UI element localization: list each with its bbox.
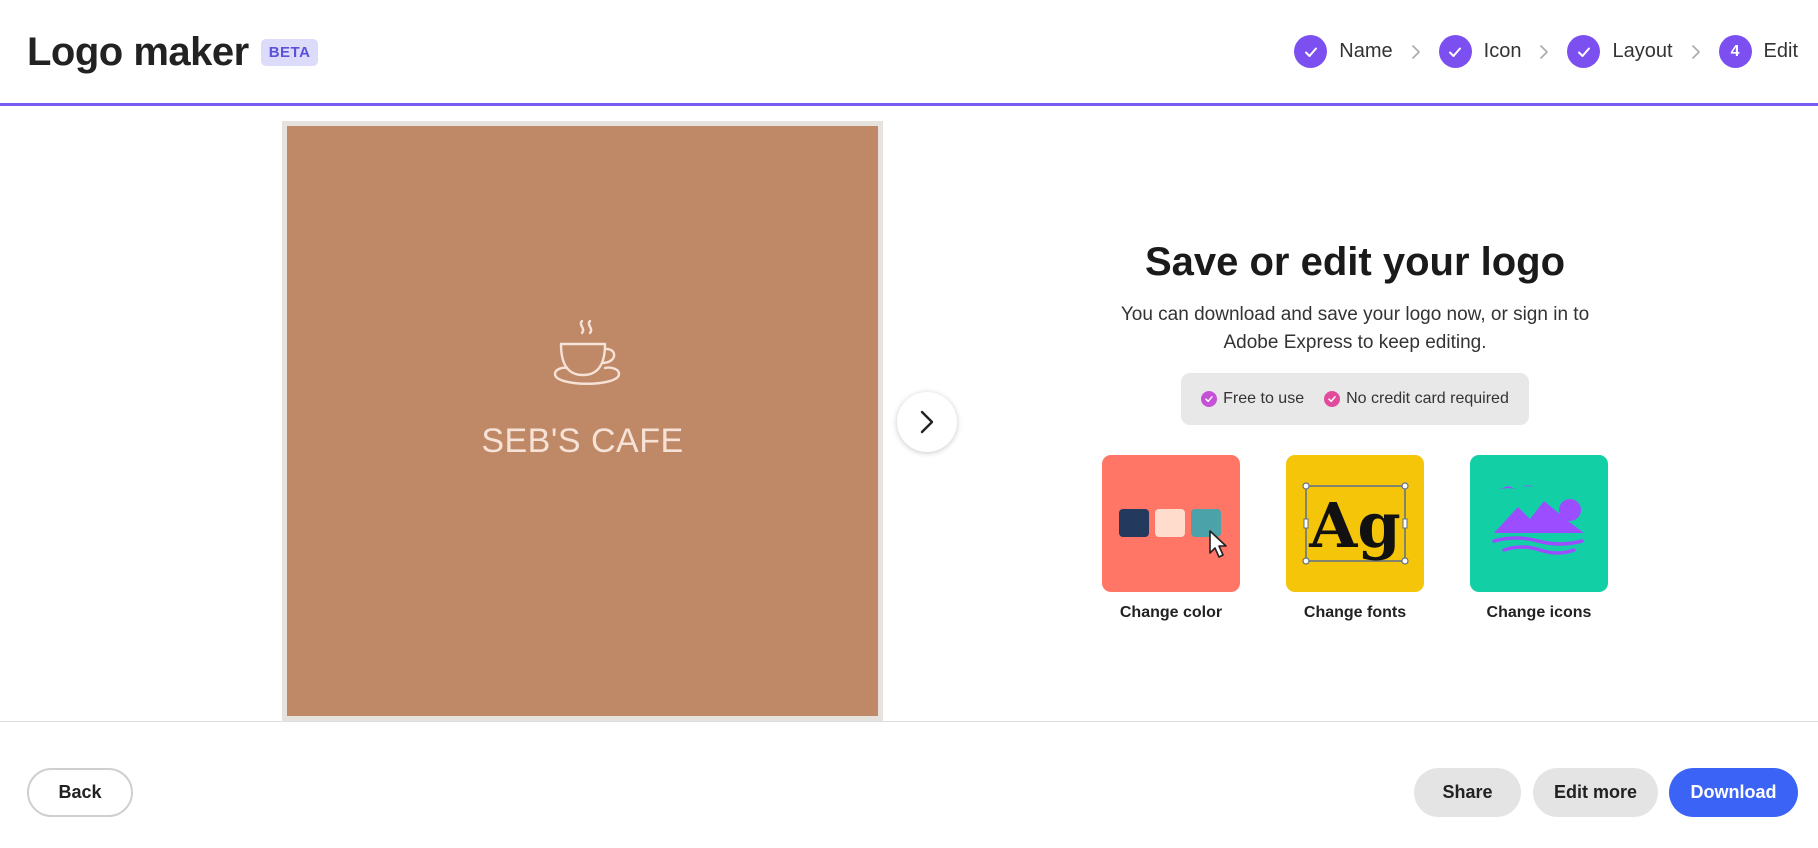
next-logo-button[interactable] xyxy=(897,392,957,452)
chevron-right-icon xyxy=(1411,44,1421,60)
app-title: Logo maker xyxy=(27,30,249,74)
change-fonts-option[interactable]: Ag Change fonts xyxy=(1286,455,1424,622)
check-icon xyxy=(1438,35,1472,68)
step-layout[interactable]: Layout xyxy=(1567,35,1673,68)
coffee-cup-icon xyxy=(553,319,621,385)
beta-badge: BETA xyxy=(260,39,319,66)
logo-preview-frame: SEB'S CAFE xyxy=(282,121,883,721)
option-label: Change color xyxy=(1119,604,1223,621)
progress-stepper: Name Icon Layout 4 Edit xyxy=(1294,35,1798,68)
save-panel: Save or edit your logo You can download … xyxy=(1095,240,1615,622)
perks-box: Free to use No credit card required xyxy=(1181,373,1529,425)
perk-label: Free to use xyxy=(1223,390,1305,407)
color-tile[interactable] xyxy=(1102,455,1240,592)
back-button[interactable]: Back xyxy=(27,768,133,817)
check-icon xyxy=(1294,35,1328,68)
check-icon xyxy=(1324,391,1341,407)
panel-title: Save or edit your logo xyxy=(1144,240,1566,284)
landscape-icon xyxy=(1492,485,1584,555)
fonts-tile[interactable]: Ag xyxy=(1286,455,1424,592)
check-icon xyxy=(1201,391,1218,407)
font-ag-icon: Ag xyxy=(1302,482,1409,565)
step-number: 4 xyxy=(1718,35,1752,68)
option-label: Change fonts xyxy=(1303,604,1407,621)
step-label: Name xyxy=(1339,40,1393,62)
logo-text: SEB'S CAFE xyxy=(481,422,684,460)
perk-label: No credit card required xyxy=(1346,390,1509,407)
icons-tile[interactable] xyxy=(1470,455,1608,592)
color-swatches-icon xyxy=(1119,509,1227,558)
perk-no-card: No credit card required xyxy=(1324,390,1509,408)
chevron-right-icon xyxy=(1539,44,1549,60)
download-button[interactable]: Download xyxy=(1669,768,1798,817)
option-label: Change icons xyxy=(1486,604,1592,621)
logo-preview: SEB'S CAFE xyxy=(287,126,878,716)
change-icons-option[interactable]: Change icons xyxy=(1470,455,1608,622)
header: Logo maker BETA Name Icon Layout 4 Edit xyxy=(0,0,1818,106)
panel-subtitle: You can download and save your logo now,… xyxy=(1120,304,1590,353)
step-label: Edit xyxy=(1763,40,1798,62)
change-color-option[interactable]: Change color xyxy=(1102,455,1240,622)
check-icon xyxy=(1567,35,1601,68)
chevron-right-icon xyxy=(1691,44,1701,60)
step-edit[interactable]: 4 Edit xyxy=(1718,35,1798,68)
footer-divider xyxy=(0,721,1818,722)
step-label: Icon xyxy=(1483,40,1522,62)
step-label: Layout xyxy=(1612,40,1673,62)
step-icon[interactable]: Icon xyxy=(1438,35,1522,68)
edit-options: Change color Ag Change fonts Change icon… xyxy=(1095,455,1615,622)
share-button[interactable]: Share xyxy=(1414,768,1521,817)
edit-more-button[interactable]: Edit more xyxy=(1533,768,1658,817)
brand: Logo maker BETA xyxy=(27,30,319,75)
svg-text:Ag: Ag xyxy=(1308,489,1400,562)
chevron-right-icon xyxy=(920,410,934,434)
perk-free: Free to use xyxy=(1201,390,1304,408)
step-name[interactable]: Name xyxy=(1294,35,1393,68)
